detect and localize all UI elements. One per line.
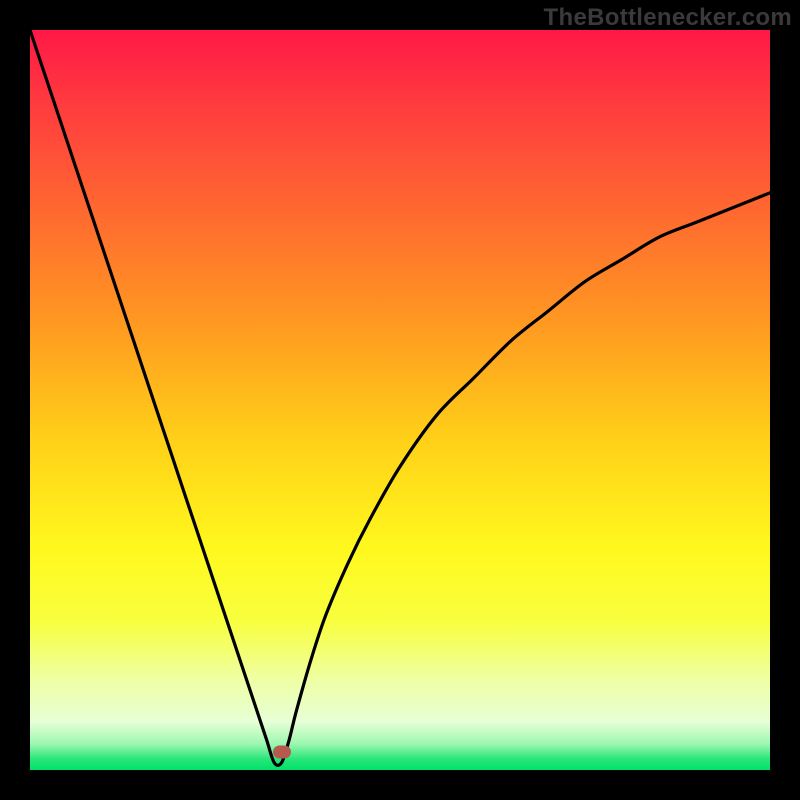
vertex-marker [273, 745, 291, 758]
bottleneck-curve [30, 30, 770, 770]
plot-area [30, 30, 770, 770]
chart-frame: TheBottlenecker.com [0, 0, 800, 800]
watermark-text: TheBottlenecker.com [544, 4, 792, 32]
